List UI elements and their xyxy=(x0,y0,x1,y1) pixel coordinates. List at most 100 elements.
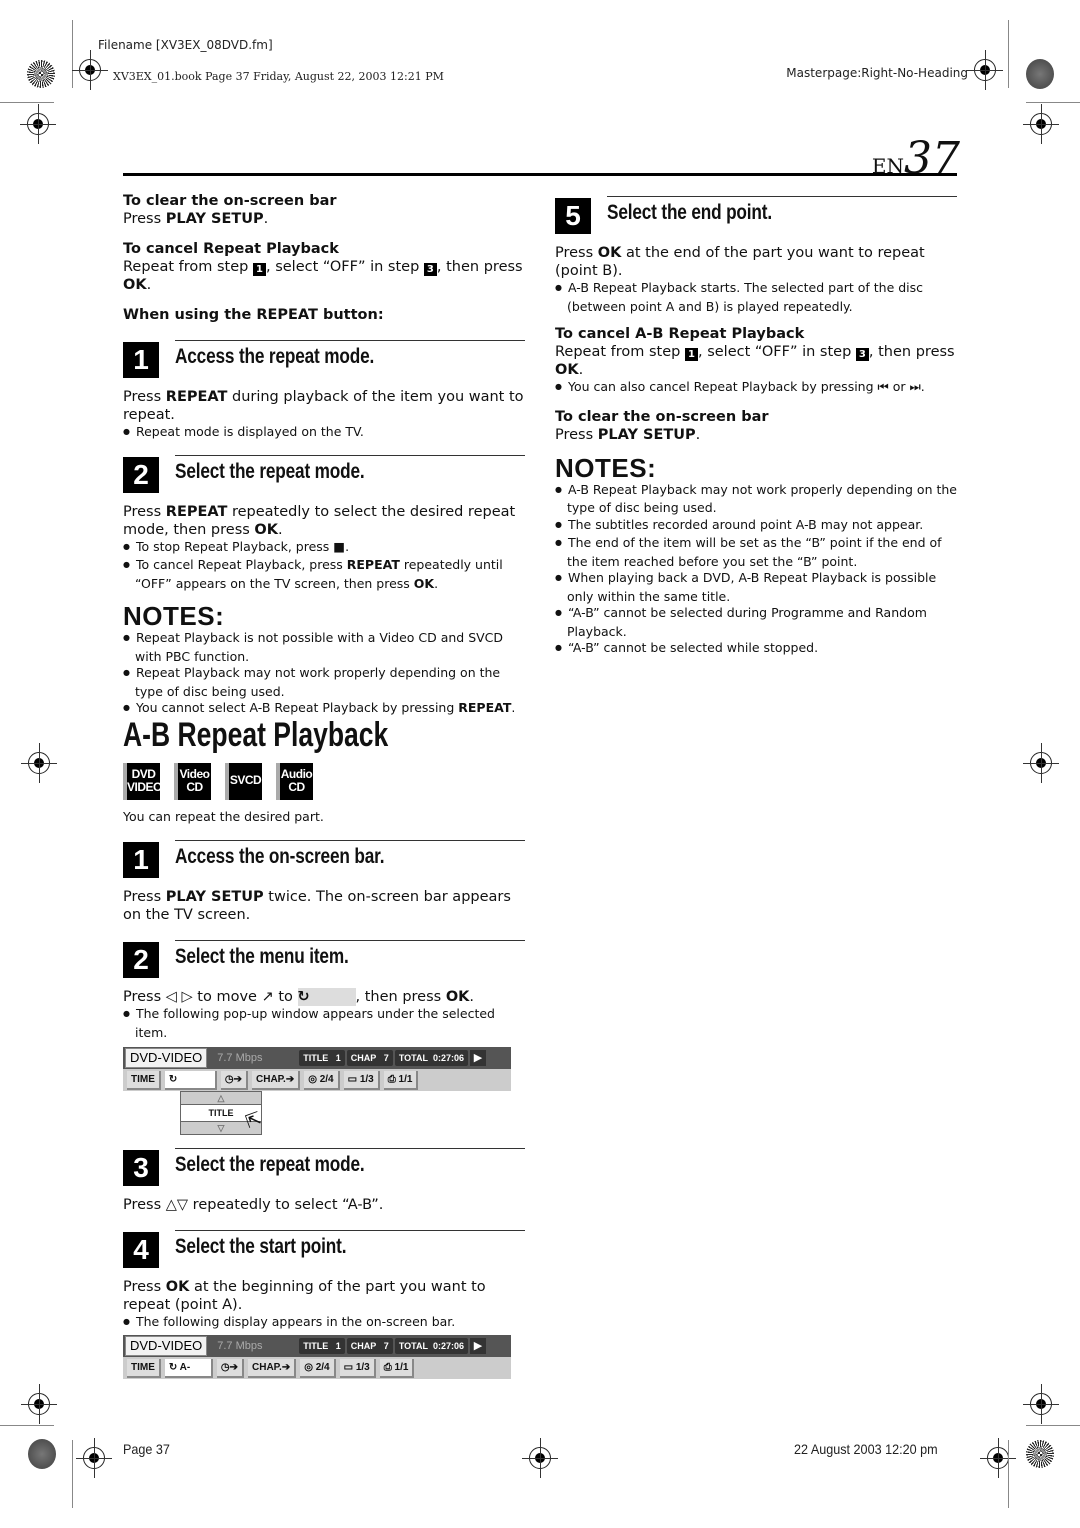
step-heading: 1 Access the on-screen bar. xyxy=(123,840,525,880)
step-ref-icon: 3 xyxy=(855,348,869,361)
paragraph: Repeat from step 1, select “OFF” in step… xyxy=(123,259,523,293)
paragraph: Press ◁ ▷ to move ↗ to ↻, then press OK. xyxy=(123,988,474,1006)
crop-mark xyxy=(1008,20,1009,88)
step-title: Select the repeat mode. xyxy=(175,459,365,483)
badge-dvd-video: DVD VIDEO xyxy=(123,763,162,800)
note-item: “A-B” cannot be selected during Programm… xyxy=(555,605,957,640)
angle-button[interactable]: ⎙ 1/1 xyxy=(383,1070,419,1090)
left-column: To clear the on-screen bar Press PLAY SE… xyxy=(123,192,525,719)
masterpage-label: Masterpage:Right-No-Heading xyxy=(786,66,968,80)
disc-badges: DVD VIDEO Video CD SVCD Audio CD xyxy=(123,763,327,800)
crop-mark xyxy=(0,1425,54,1426)
registration-mark-icon xyxy=(1023,743,1059,783)
crop-mark xyxy=(1026,1425,1080,1426)
step-title: Select the start point. xyxy=(175,1235,347,1258)
registration-mark-icon xyxy=(76,1438,112,1478)
bullet-item: To cancel Repeat Playback, press REPEAT … xyxy=(123,557,525,592)
paragraph: Press PLAY SETUP. xyxy=(123,211,269,227)
intro-text: You can repeat the desired part. xyxy=(123,809,324,824)
step-heading: 2 Select the repeat mode. xyxy=(123,454,525,495)
subheading: To cancel A-B Repeat Playback xyxy=(555,326,805,342)
page-number: EN37 xyxy=(872,133,960,184)
registration-mark-icon xyxy=(20,104,56,144)
total-time: TOTAL 0:27:06 xyxy=(394,1050,469,1066)
onscreen-bar-ab: DVD-VIDEO 7.7 Mbps TITLE 1 CHAP 7 TOTAL … xyxy=(123,1335,511,1379)
bullet-item: The following display appears in the on-… xyxy=(123,1314,525,1333)
note-item: “A-B” cannot be selected while stopped. xyxy=(555,640,957,659)
paragraph: Press OK at the end of the part you want… xyxy=(555,245,925,279)
step-title: Select the end point. xyxy=(607,201,772,224)
registration-mark-icon xyxy=(21,743,57,783)
crop-mark xyxy=(72,1440,73,1508)
book-info: XV3EX_01.book Page 37 Friday, August 22,… xyxy=(113,70,444,83)
time-button[interactable]: TIME xyxy=(127,1358,161,1378)
registration-mark-icon xyxy=(980,1438,1016,1478)
registration-mark-icon xyxy=(21,1384,57,1424)
paragraph: Press OK at the beginning of the part yo… xyxy=(123,1279,486,1313)
badge-video-cd: Video CD xyxy=(174,763,211,800)
print-target-icon xyxy=(1026,1440,1054,1468)
section-title: A-B Repeat Playback xyxy=(123,716,389,754)
note-item: The subtitles recorded around point A-B … xyxy=(555,517,957,536)
filename-label: Filename [XV3EX_08DVD.fm] xyxy=(98,38,273,52)
print-target-icon xyxy=(1026,59,1054,89)
step-heading: 3 Select the repeat mode. xyxy=(123,1148,525,1188)
step-number: 2 xyxy=(123,942,159,978)
disc-type: DVD-VIDEO xyxy=(125,1336,208,1356)
notes-title: NOTES: xyxy=(555,452,657,483)
print-target-icon xyxy=(27,60,55,88)
bullet-item: Repeat mode is displayed on the TV. xyxy=(123,424,525,443)
step-title: Select the menu item. xyxy=(175,945,349,968)
top-rule xyxy=(123,173,957,176)
badge-audio-cd: Audio CD xyxy=(276,763,313,800)
footer-date: 22 August 2003 12:20 pm xyxy=(794,1441,938,1457)
chapter-search-button[interactable]: CHAP.➔ xyxy=(248,1358,297,1378)
right-column: 5 Select the end point. Press OK at the … xyxy=(555,196,957,659)
repeat-icon: ↻ xyxy=(297,988,356,1006)
onscreen-bar: DVD-VIDEO 7.7 Mbps TITLE 1 CHAP 7 TOTAL … xyxy=(123,1047,511,1091)
badge-svcd: SVCD xyxy=(225,763,262,800)
note-item: Repeat Playback is not possible with a V… xyxy=(123,630,525,665)
subtitle-button[interactable]: ▭ 1/3 xyxy=(343,1070,380,1090)
chapter-search-button[interactable]: CHAP.➔ xyxy=(252,1070,301,1090)
step-heading: 1 Access the repeat mode. xyxy=(123,340,525,380)
note-item: A-B Repeat Playback may not work properl… xyxy=(555,482,957,517)
disc-type: DVD-VIDEO xyxy=(125,1048,208,1068)
footer-page: Page 37 xyxy=(123,1441,170,1457)
note-item: When playing back a DVD, A-B Repeat Play… xyxy=(555,570,957,605)
bullet-item: You can also cancel Repeat Playback by p… xyxy=(555,379,957,398)
step-number: 1 xyxy=(123,842,159,878)
time-search-button[interactable]: ◷➔ xyxy=(220,1070,248,1090)
total-time: TOTAL 0:27:06 xyxy=(394,1338,469,1354)
step-number: 1 xyxy=(123,342,159,378)
audio-button[interactable]: ◎ 2/4 xyxy=(300,1358,336,1378)
title-indicator: TITLE 1 xyxy=(299,1050,345,1066)
repeat-button[interactable]: ↻ A- xyxy=(164,1358,213,1378)
key-label: PLAY SETUP xyxy=(165,211,264,227)
step-ref-icon: 3 xyxy=(423,263,437,276)
audio-button[interactable]: ◎ 2/4 xyxy=(304,1070,340,1090)
time-button[interactable]: TIME xyxy=(127,1070,161,1090)
bullet-item: The following pop-up window appears unde… xyxy=(123,1006,525,1041)
step-title: Access the on-screen bar. xyxy=(175,845,385,868)
subheading: To clear the on-screen bar xyxy=(123,193,337,209)
subtitle-button[interactable]: ▭ 1/3 xyxy=(339,1358,376,1378)
crop-mark xyxy=(0,102,54,103)
ab-steps-cont: 3 Select the repeat mode. Press △▽ repea… xyxy=(123,1148,525,1333)
registration-mark-icon xyxy=(1023,104,1059,144)
registration-mark-icon xyxy=(967,50,1003,90)
paragraph: Press △▽ repeatedly to select “A-B”. xyxy=(123,1197,384,1213)
crop-mark xyxy=(72,20,73,88)
crop-mark xyxy=(1026,102,1080,103)
registration-mark-icon xyxy=(1023,1384,1059,1424)
repeat-button[interactable]: ↻ xyxy=(164,1070,217,1090)
step-heading: 2 Select the menu item. xyxy=(123,940,525,980)
up-arrow-icon[interactable]: △ xyxy=(181,1092,261,1104)
step-heading: 4 Select the start point. xyxy=(123,1230,525,1270)
time-search-button[interactable]: ◷➔ xyxy=(216,1358,244,1378)
step-title: Select the repeat mode. xyxy=(175,1153,365,1176)
step-title: Access the repeat mode. xyxy=(175,345,375,368)
angle-button[interactable]: ⎙ 1/1 xyxy=(379,1358,415,1378)
paragraph: Press REPEAT during playback of the item… xyxy=(123,389,524,423)
ab-steps: 1 Access the on-screen bar. Press PLAY S… xyxy=(123,840,525,1041)
